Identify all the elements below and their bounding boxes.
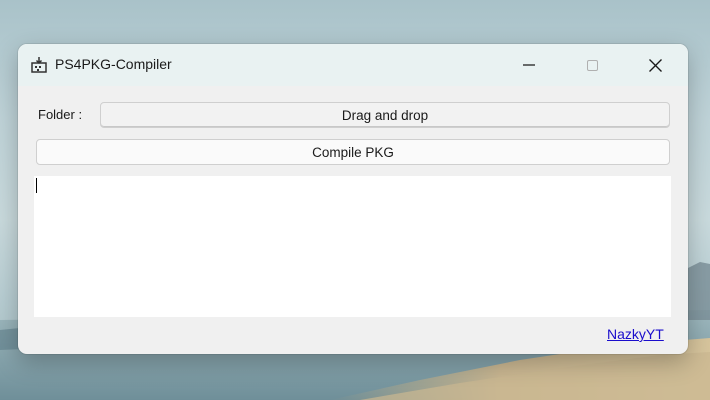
- maximize-button[interactable]: [569, 44, 615, 86]
- close-button[interactable]: [632, 44, 678, 86]
- package-icon: [30, 56, 48, 74]
- window-title: PS4PKG-Compiler: [55, 56, 172, 72]
- text-caret: [36, 178, 37, 193]
- drag-and-drop-button[interactable]: Drag and drop: [100, 102, 670, 128]
- author-link[interactable]: NazkyYT: [607, 326, 664, 342]
- compile-pkg-button[interactable]: Compile PKG: [36, 139, 670, 165]
- app-window: PS4PKG-Compiler Folder : Drag and drop C…: [18, 44, 688, 354]
- minimize-icon: [523, 64, 535, 66]
- maximize-icon: [586, 59, 598, 71]
- folder-label: Folder :: [38, 107, 83, 122]
- minimize-button[interactable]: [506, 44, 552, 86]
- title-bar[interactable]: PS4PKG-Compiler: [18, 44, 688, 86]
- log-textarea[interactable]: [34, 176, 671, 317]
- close-icon: [648, 58, 662, 72]
